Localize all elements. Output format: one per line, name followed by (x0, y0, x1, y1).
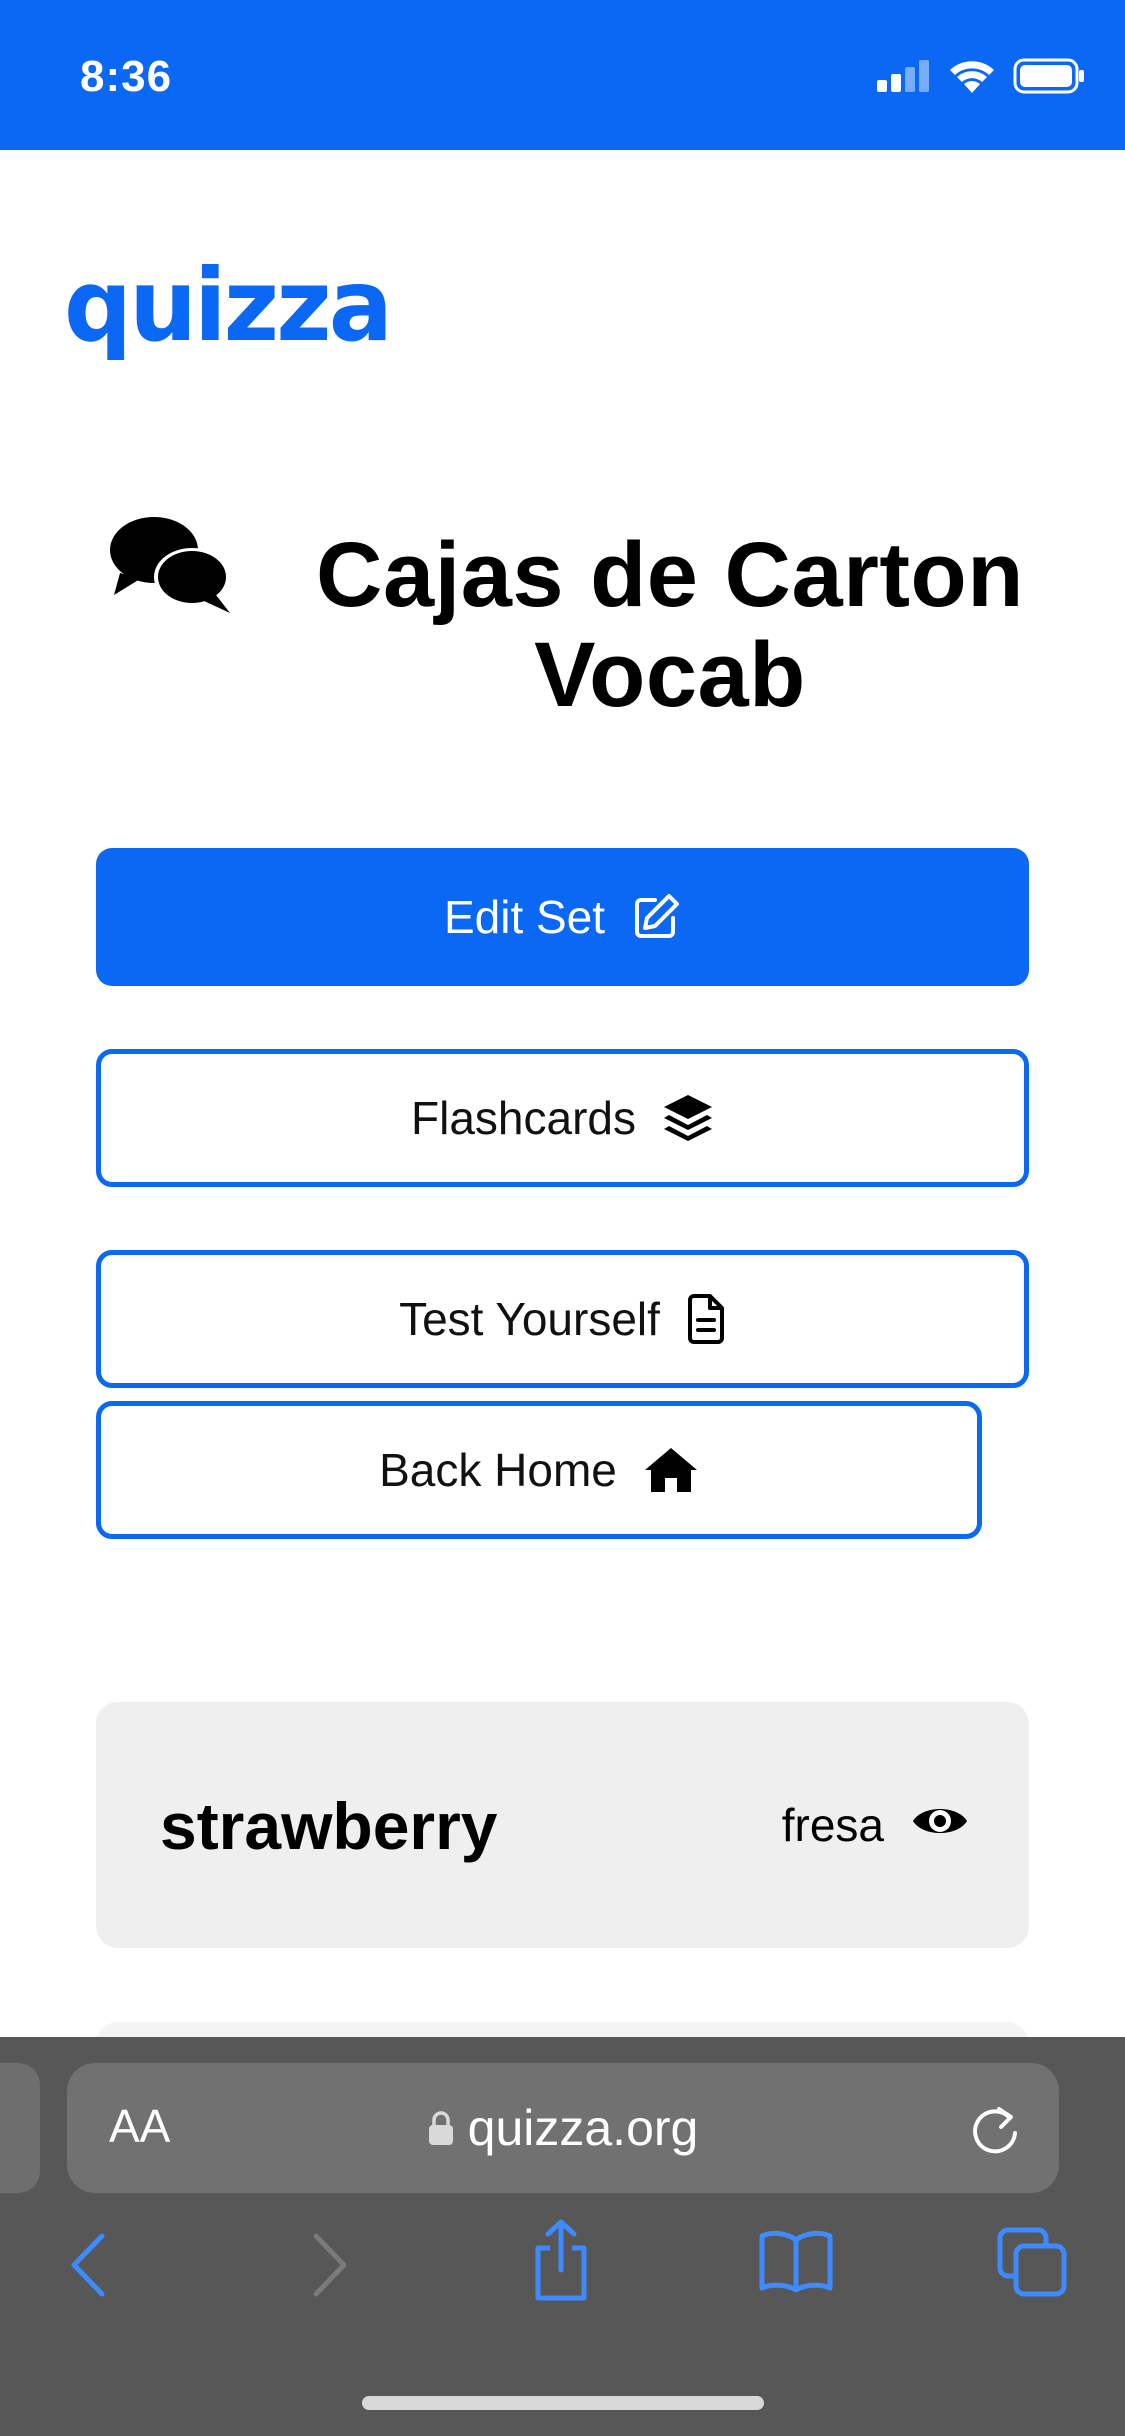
status-time: 8:36 (80, 52, 173, 101)
page-title: Cajas de Carton Vocab (316, 524, 1024, 726)
address-bar[interactable]: AA quizza.org (67, 2063, 1059, 2193)
status-icons (877, 58, 1085, 94)
test-yourself-button[interactable]: Test Yourself (96, 1250, 1029, 1388)
share-icon[interactable] (530, 2218, 592, 2304)
lock-icon (428, 2111, 453, 2145)
url-text: quizza.org (467, 2100, 699, 2156)
previous-tab[interactable] (0, 2063, 40, 2193)
battery-icon (1013, 58, 1084, 94)
layers-icon (663, 1095, 712, 1141)
test-yourself-label: Test Yourself (399, 1293, 660, 1345)
flashcards-button[interactable]: Flashcards (96, 1049, 1029, 1187)
status-bar: 8:36 (0, 0, 1125, 150)
back-home-button[interactable]: Back Home (96, 1401, 982, 1539)
edit-set-button[interactable]: Edit Set (96, 848, 1029, 986)
home-icon (644, 1448, 697, 1492)
back-icon[interactable] (66, 2230, 110, 2300)
edit-icon (635, 894, 680, 938)
url-display[interactable]: quizza.org (67, 2099, 1059, 2157)
forward-icon[interactable] (308, 2230, 352, 2300)
bookmarks-icon[interactable] (758, 2228, 834, 2294)
wifi-icon (950, 61, 994, 93)
signal-icon (877, 60, 929, 92)
term-word: strawberry (160, 1789, 498, 1863)
browser-chrome: AA quizza.org (0, 2037, 1125, 2436)
eye-icon[interactable] (911, 1799, 969, 1843)
edit-set-label: Edit Set (443, 891, 606, 943)
browser-toolbar (0, 2219, 1125, 2310)
home-indicator (362, 2396, 764, 2410)
term-definition: fresa (781, 1799, 884, 1851)
flashcards-label: Flashcards (411, 1092, 636, 1144)
back-home-label: Back Home (379, 1444, 617, 1496)
reload-icon[interactable] (969, 2101, 1021, 2157)
term-card: strawberry fresa (96, 1702, 1029, 1948)
quizza-logo[interactable]: quizza (64, 247, 394, 365)
tabs-icon[interactable] (996, 2226, 1068, 2298)
comments-icon (110, 517, 230, 613)
file-icon (687, 1294, 724, 1344)
logo-text: quizza (64, 250, 390, 360)
logo-wordmark: quizza (64, 247, 393, 364)
